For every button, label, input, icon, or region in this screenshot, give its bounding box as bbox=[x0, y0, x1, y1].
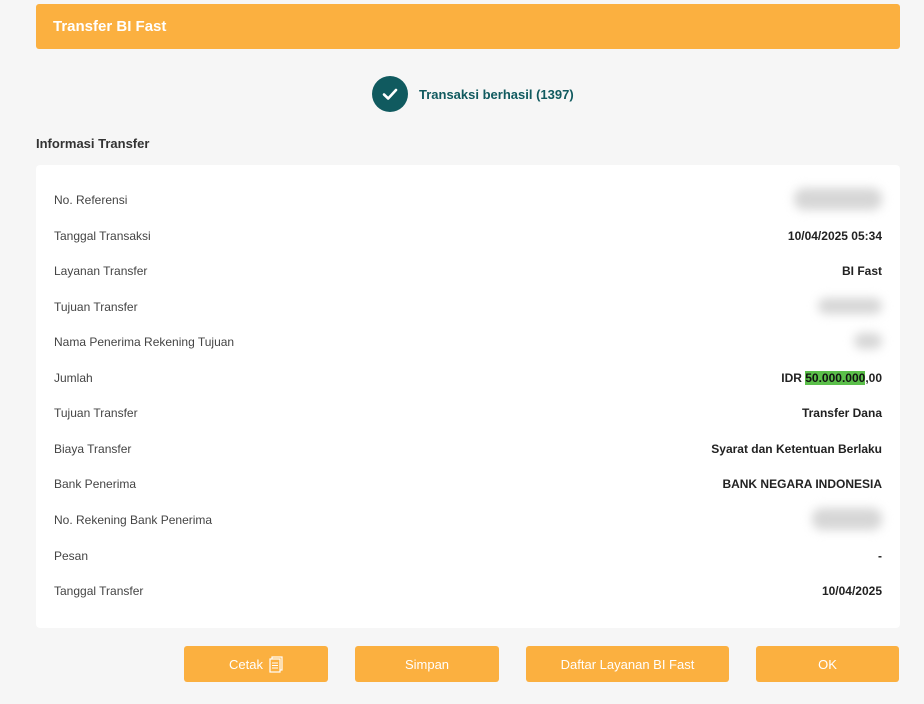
row-value: 10/04/2025 05:34 bbox=[787, 229, 882, 243]
row-recipient-name: Nama Penerima Rekening Tujuan bbox=[54, 332, 882, 352]
section-title: Informasi Transfer bbox=[36, 136, 150, 151]
amount-value: IDR 50.000.000,00 bbox=[781, 371, 882, 385]
status-text: Transaksi berhasil (1397) bbox=[419, 86, 574, 102]
print-button-label: Cetak bbox=[229, 656, 263, 672]
row-value: 10/04/2025 bbox=[821, 584, 882, 598]
row-label: Biaya Transfer bbox=[54, 442, 132, 456]
row-label: No. Rekening Bank Penerima bbox=[54, 513, 213, 527]
bi-fast-service-list-button[interactable]: Daftar Layanan BI Fast bbox=[526, 646, 729, 682]
amount-highlighted: 50.000.000 bbox=[805, 371, 866, 385]
row-label: Tanggal Transfer bbox=[54, 584, 144, 598]
transfer-info-card: No. Referensi Tanggal Transaksi 10/04/20… bbox=[36, 165, 900, 628]
page-header: Transfer BI Fast bbox=[36, 4, 900, 49]
check-icon bbox=[372, 76, 408, 112]
row-value: BANK NEGARA INDONESIA bbox=[722, 477, 882, 491]
row-label: Tujuan Transfer bbox=[54, 406, 138, 420]
status-banner: Transaksi berhasil (1397) bbox=[372, 76, 574, 112]
row-label: Layanan Transfer bbox=[54, 264, 148, 278]
amount-decimal: ,00 bbox=[865, 371, 882, 385]
row-label: Tanggal Transaksi bbox=[54, 229, 151, 243]
recipient-account-value-redacted bbox=[812, 507, 882, 533]
row-recipient-bank: Bank Penerima BANK NEGARA INDONESIA bbox=[54, 474, 882, 494]
row-label: Nama Penerima Rekening Tujuan bbox=[54, 335, 235, 349]
row-transfer-service: Layanan Transfer BI Fast bbox=[54, 261, 882, 281]
row-amount: Jumlah IDR 50.000.000,00 bbox=[54, 368, 882, 388]
transfer-destination-value-redacted bbox=[818, 297, 882, 317]
row-value: BI Fast bbox=[841, 264, 882, 278]
currency: IDR bbox=[781, 371, 806, 385]
row-label: Bank Penerima bbox=[54, 477, 137, 491]
row-reference-number: No. Referensi bbox=[54, 187, 882, 213]
row-value: - bbox=[878, 549, 882, 563]
print-button[interactable]: Cetak bbox=[184, 646, 328, 682]
row-label: Tujuan Transfer bbox=[54, 300, 138, 314]
save-button[interactable]: Simpan bbox=[355, 646, 499, 682]
row-recipient-account: No. Rekening Bank Penerima bbox=[54, 507, 882, 533]
row-label: Pesan bbox=[54, 549, 89, 563]
row-transfer-date: Tanggal Transfer 10/04/2025 bbox=[54, 581, 882, 601]
row-transfer-fee: Biaya Transfer Syarat dan Ketentuan Berl… bbox=[54, 439, 882, 459]
row-label: Jumlah bbox=[54, 371, 93, 385]
reference-number-value-redacted bbox=[794, 187, 882, 213]
ok-button[interactable]: OK bbox=[756, 646, 899, 682]
row-transfer-destination: Tujuan Transfer bbox=[54, 297, 882, 317]
row-transaction-date: Tanggal Transaksi 10/04/2025 05:34 bbox=[54, 226, 882, 246]
page-title: Transfer BI Fast bbox=[53, 18, 167, 35]
row-transfer-purpose: Tujuan Transfer Transfer Dana bbox=[54, 403, 882, 423]
row-message: Pesan - bbox=[54, 546, 882, 566]
row-value: Transfer Dana bbox=[801, 406, 882, 420]
recipient-name-value-redacted bbox=[854, 332, 882, 352]
row-label: No. Referensi bbox=[54, 193, 128, 207]
row-value: Syarat dan Ketentuan Berlaku bbox=[711, 442, 882, 456]
document-icon bbox=[269, 655, 283, 673]
